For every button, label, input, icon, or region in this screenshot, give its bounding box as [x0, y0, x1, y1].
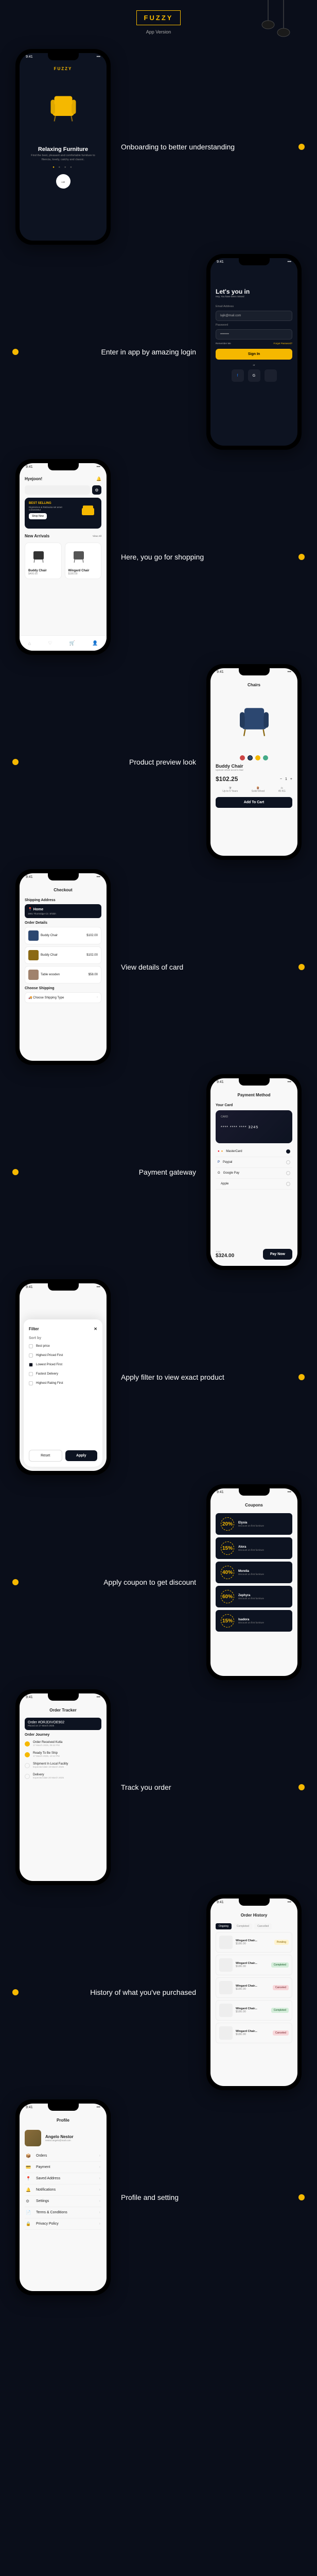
onboard-desc: Find the best, pleasant and comfortable … [25, 154, 101, 162]
phone-product: 9:41••• Chairs [206, 664, 302, 860]
shop-now-button[interactable]: Shop Now [29, 513, 47, 519]
payment-option[interactable]: PPaypal [216, 1157, 292, 1168]
phone-login: 9:41••• Let's you in Hey, You have been … [206, 254, 302, 450]
phone-tracker: 9:41••• Order Tracker Order #ORJDIVOE902… [15, 1689, 111, 1885]
order-item[interactable]: Wingard Chair...$180.00Canceled [216, 2023, 292, 2043]
profile-menu-item[interactable]: 🔔Notifications› [25, 2184, 101, 2196]
color-option[interactable] [255, 755, 260, 760]
apple-button[interactable] [265, 369, 277, 382]
caption-history: History of what you've purchased [15, 1987, 196, 1998]
phone-profile: 9:41••• Profile Angelo Nestor nestor.ang… [15, 2099, 111, 2295]
forgot-link[interactable]: Forgot Password? [273, 342, 292, 345]
caption-tracker: Track you order [121, 1782, 302, 1793]
filter-option[interactable]: Fastest Delivery [29, 1369, 97, 1379]
coupon-card[interactable]: 20%ElysiaDiscount on first furniture [216, 1513, 292, 1535]
search-input[interactable] [25, 485, 90, 495]
phone-checkout: 9:41••• Checkout Shipping Address 📍 Home… [15, 869, 111, 1065]
filter-option[interactable]: Lowest Priced First [29, 1360, 97, 1369]
coupon-card[interactable]: 15%AloraDiscount on first furniture [216, 1537, 292, 1559]
order-item[interactable]: Wingard Chair...$180.00Completed [216, 1955, 292, 1975]
payment-option[interactable]: ●● MasterCard [216, 1146, 292, 1157]
phone-home: 9:41••• Hyejoon! 🔔 ⚙ BEST SELLING Dignis… [15, 459, 111, 655]
history-tab[interactable]: Cancelled [254, 1923, 272, 1929]
caption-home: Here, you go for shopping [121, 552, 302, 563]
close-icon[interactable]: ✕ [94, 1327, 97, 1331]
payment-option[interactable]: Apple [216, 1179, 292, 1190]
next-button[interactable]: → [56, 174, 71, 189]
brand-logo: FUZZY [136, 10, 181, 25]
password-input[interactable]: •••••••• [216, 329, 292, 340]
filter-option[interactable]: Highest Rating First [29, 1379, 97, 1388]
caption-filter: Apply filter to view exact product [121, 1372, 302, 1383]
filter-option[interactable]: Best price [29, 1342, 97, 1351]
history-tab[interactable]: Completed [234, 1923, 252, 1929]
apply-button[interactable]: Apply [65, 1450, 98, 1461]
coupon-card[interactable]: 60%ZephyraDiscount on first furniture [216, 1586, 292, 1607]
coupon-card[interactable]: 40%MoreliaDiscount on first furniture [216, 1562, 292, 1583]
phone-onboarding: 9:41••• FUZZY Relaxing Furniture [15, 49, 111, 245]
caption-onboarding: Onboarding to better understanding [121, 142, 302, 152]
color-option[interactable] [248, 755, 253, 760]
profile-menu-item[interactable]: 📍Saved Address› [25, 2173, 101, 2184]
avatar [25, 2130, 41, 2146]
caption-profile: Profile and setting [121, 2192, 302, 2203]
product-card[interactable]: Wingard Chair $180.00 [65, 543, 102, 579]
facebook-button[interactable]: f [232, 369, 244, 382]
add-cart-button[interactable]: Add To Cart [216, 797, 292, 808]
bell-icon[interactable]: 🔔 [96, 477, 101, 481]
caption-login: Enter in app by amazing login [15, 347, 196, 358]
address-card[interactable]: 📍 Home 1901 Thornridge Cir. Shiloh [25, 904, 101, 918]
phone-filter: 9:41••• Filter ✕ Sort by Best price High… [15, 1279, 111, 1475]
onboard-title: Relaxing Furniture [25, 146, 101, 152]
order-item[interactable]: Wingard Chair...$180.00Completed [216, 2000, 292, 2021]
google-button[interactable]: G [248, 369, 260, 382]
caption-product: Product preview look [15, 757, 196, 768]
phone-coupons: 9:41••• Coupons 20%ElysiaDiscount on fir… [206, 1484, 302, 1680]
chair-icon [45, 91, 81, 127]
profile-menu-item[interactable]: 📄Terms & Conditions› [25, 2207, 101, 2218]
color-option[interactable] [240, 755, 245, 760]
order-item[interactable]: Wingard Chair...$180.00Canceled [216, 1977, 292, 1998]
lamp-decoration [255, 0, 296, 52]
pay-button[interactable]: Pay Now [263, 1249, 292, 1260]
qty-plus[interactable]: + [290, 777, 292, 781]
profile-menu-item[interactable]: ⚙Settings› [25, 2196, 101, 2207]
email-input[interactable]: lajik@mail.com [216, 311, 292, 321]
shipping-select[interactable]: 🚚 Choose Shipping Type › [25, 992, 101, 1003]
caption-coupons: Apply coupon to get discount [15, 1577, 196, 1588]
bottom-nav[interactable]: ⌂♡🛒👤 [20, 635, 107, 651]
profile-menu-item[interactable]: 💳Payment› [25, 2162, 101, 2173]
qty-minus[interactable]: − [280, 777, 282, 781]
reset-button[interactable]: Reset [29, 1450, 62, 1462]
profile-menu-item[interactable]: 🔒Privacy Policy› [25, 2218, 101, 2230]
color-option[interactable] [263, 755, 268, 760]
caption-checkout: View details of card [121, 962, 302, 973]
coupon-card[interactable]: 15%IsadoraDiscount on first furniture [216, 1610, 292, 1632]
filter-icon[interactable]: ⚙ [92, 485, 101, 495]
phone-payment: 9:41••• Payment Method Your Card CARD **… [206, 1074, 302, 1270]
profile-menu-item[interactable]: 📦Orders› [25, 2150, 101, 2162]
filter-option[interactable]: Highest Priced First [29, 1351, 97, 1360]
phone-history: 9:41••• Order History OngoingCompletedCa… [206, 1894, 302, 2090]
product-card[interactable]: Buddy Chair $400.00 [25, 543, 62, 579]
caption-payment: Payment gateway [15, 1167, 196, 1178]
history-tab[interactable]: Ongoing [216, 1923, 232, 1929]
signin-button[interactable]: Sign In [216, 349, 292, 360]
order-item[interactable]: Wingard Chair...$180.00Pending [216, 1932, 292, 1953]
payment-option[interactable]: GGoogle Pay [216, 1168, 292, 1179]
